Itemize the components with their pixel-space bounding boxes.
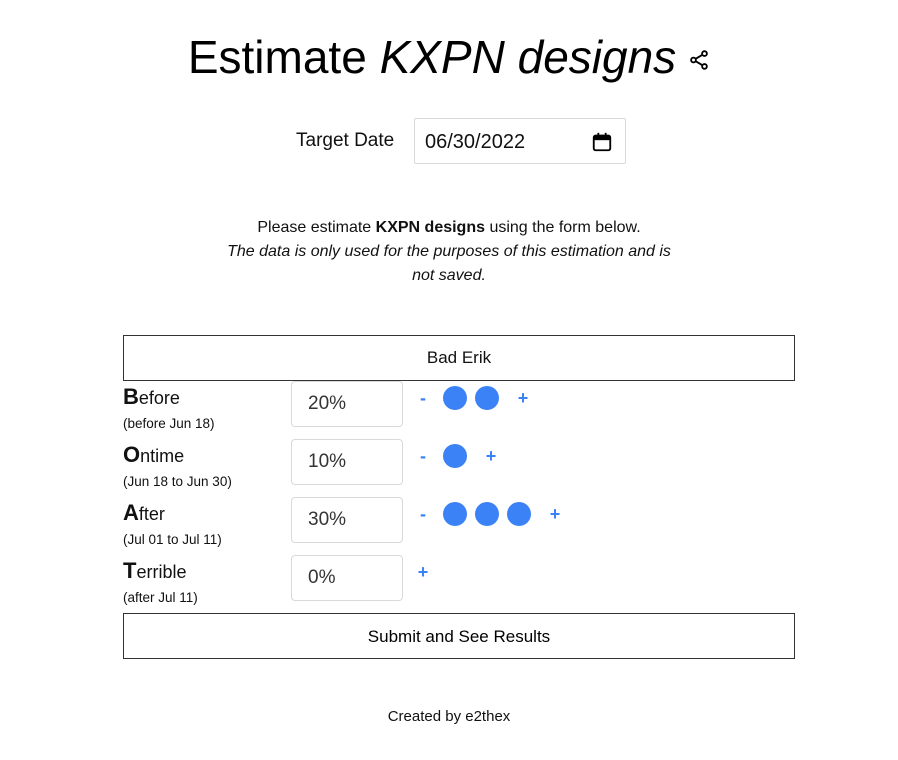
increase-button[interactable]: + — [415, 562, 431, 583]
intro-suffix: using the form below. — [485, 219, 641, 236]
estimate-row: Before (before Jun 18) 20% - + — [123, 381, 795, 439]
estimate-dot — [443, 386, 467, 410]
decrease-button[interactable]: - — [415, 446, 431, 467]
decrease-button[interactable]: - — [415, 388, 431, 409]
title-plain: Estimate — [187, 31, 367, 83]
page-title: Estimate KXPN designs — [0, 28, 898, 86]
estimate-dot — [443, 444, 467, 468]
estimate-row: Terrible (after Jul 11) 0% + — [123, 555, 795, 613]
percent-input[interactable]: 0% — [291, 555, 403, 601]
intro-bold: KXPN designs — [375, 219, 485, 236]
estimate-dots — [443, 444, 475, 468]
row-controls: - + — [415, 385, 531, 411]
target-date-value: 06/30/2022 — [425, 131, 526, 153]
footer-credit: Created by e2thex — [387, 708, 511, 725]
percent-input[interactable]: 10% — [291, 439, 403, 485]
estimate-row: Ontime (Jun 18 to Jun 30) 10% - + — [123, 439, 795, 497]
row-date-range: (before Jun 18) — [123, 416, 215, 431]
increase-button[interactable]: + — [547, 504, 563, 525]
estimate-dots — [443, 386, 507, 410]
increase-button[interactable]: + — [483, 446, 499, 467]
row-date-range: (Jun 18 to Jun 30) — [123, 474, 232, 489]
row-date-range: (after Jul 11) — [123, 590, 198, 605]
estimate-dot — [475, 502, 499, 526]
percent-input[interactable]: 20% — [291, 381, 403, 427]
percent-input[interactable]: 30% — [291, 497, 403, 543]
estimate-dot — [475, 386, 499, 410]
estimate-dots — [443, 502, 539, 526]
row-label-rest: fter — [138, 504, 165, 524]
row-date-range: (Jul 01 to Jul 11) — [123, 532, 222, 547]
calendar-icon[interactable] — [591, 131, 613, 153]
row-initial: T — [123, 558, 137, 583]
target-date-label: Target Date — [296, 130, 395, 151]
estimate-row: After (Jul 01 to Jul 11) 30% - + — [123, 497, 795, 555]
privacy-note: The data is only used for the purposes o… — [227, 243, 671, 284]
name-field[interactable]: Bad Erik — [123, 335, 795, 381]
intro-prefix: Please estimate — [257, 219, 376, 236]
row-label: After — [123, 500, 165, 526]
estimate-dot — [507, 502, 531, 526]
row-label-rest: errible — [136, 562, 187, 582]
row-initial: B — [123, 384, 139, 409]
row-label: Terrible — [123, 558, 186, 584]
row-label: Before — [123, 384, 180, 410]
row-label: Ontime — [123, 442, 184, 468]
row-initial: O — [123, 442, 141, 467]
submit-button[interactable]: Submit and See Results — [123, 613, 795, 659]
row-controls: + — [415, 559, 431, 585]
decrease-button[interactable]: - — [415, 504, 431, 525]
row-controls: - + — [415, 443, 499, 469]
row-initial: A — [123, 500, 139, 525]
row-controls: - + — [415, 501, 563, 527]
target-date-input[interactable]: 06/30/2022 — [414, 118, 626, 164]
title-emphasis: KXPN designs — [379, 31, 677, 83]
row-label-rest: efore — [138, 388, 180, 408]
estimate-dot — [443, 502, 467, 526]
row-label-rest: ntime — [140, 446, 185, 466]
increase-button[interactable]: + — [515, 388, 531, 409]
share-icon[interactable] — [688, 49, 710, 71]
intro-text: Please estimate KXPN designs using the f… — [0, 216, 898, 288]
